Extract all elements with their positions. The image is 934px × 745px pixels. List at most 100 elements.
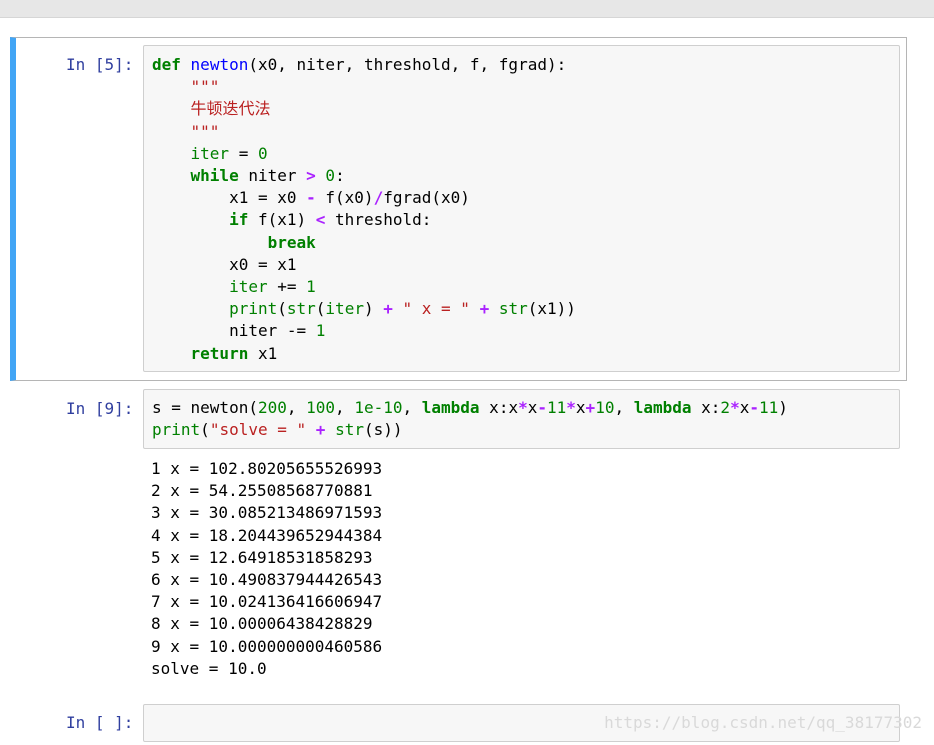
code-token: ( xyxy=(315,299,326,319)
code-token: , xyxy=(335,398,355,417)
code-line: x1 = x0 - f(x0)/fgrad(x0) xyxy=(152,188,470,207)
code-line: print(str(iter) + " x = " + str(x1)) xyxy=(152,299,576,318)
code-token: ) xyxy=(778,398,788,417)
code-token: x xyxy=(527,398,538,417)
code-line: break xyxy=(152,233,316,252)
code-editor[interactable]: s = newton(200, 100, 1e-10, lambda x:x*x… xyxy=(152,397,788,441)
code-token: print xyxy=(152,420,201,440)
code-token: 1 xyxy=(315,321,326,341)
code-line: niter -= 1 xyxy=(152,321,325,340)
code-line: 牛顿迭代法 xyxy=(152,99,271,118)
code-token: * xyxy=(730,398,740,417)
code-line: while niter > 0: xyxy=(152,166,345,185)
output-line: 8 x = 10.00006438428829 xyxy=(151,614,373,634)
code-line: """ xyxy=(152,122,220,141)
code-line: s = newton(200, 100, 1e-10, lambda x:x*x… xyxy=(152,398,788,417)
code-token: niter -= xyxy=(152,321,316,341)
code-token: / xyxy=(373,188,384,208)
code-token: while xyxy=(190,166,239,186)
code-token: (x1)) xyxy=(527,299,576,319)
code-token: 1 xyxy=(306,277,316,297)
code-token: str xyxy=(335,420,364,440)
code-token: x0 = x1 xyxy=(152,254,297,274)
code-line: iter = 0 xyxy=(152,144,268,163)
code-token: 0 xyxy=(257,143,268,163)
code-token: str xyxy=(498,299,528,319)
code-token: niter xyxy=(238,166,307,186)
code-editor[interactable]: def newton(x0, niter, threshold, f, fgra… xyxy=(152,54,576,365)
code-token: iter xyxy=(229,277,268,297)
code-token: s = newton( xyxy=(152,398,258,417)
code-token: : xyxy=(335,166,345,186)
output-line: 4 x = 18.204439652944384 xyxy=(151,525,383,545)
cell-prompt: In [5]: xyxy=(66,55,134,74)
output-line: 5 x = 12.64918531858293 xyxy=(151,547,373,567)
code-token: newton xyxy=(190,55,249,74)
code-token: , xyxy=(402,398,422,417)
code-line: """ xyxy=(152,77,220,97)
code-token: - xyxy=(749,398,759,417)
code-token: if xyxy=(229,210,249,230)
code-token: - xyxy=(537,398,547,417)
code-line: iter += 1 xyxy=(152,277,316,296)
code-token: (x0, niter, threshold, f, fgrad): xyxy=(248,55,567,74)
code-token: x xyxy=(739,398,750,417)
code-token: x1 = x0 xyxy=(152,188,307,208)
code-token: "solve = " xyxy=(209,420,307,440)
code-token: ( xyxy=(277,299,287,319)
code-line: def newton(x0, niter, threshold, f, fgra… xyxy=(152,55,566,74)
code-token: iter xyxy=(325,299,364,319)
code-token: x: xyxy=(691,398,721,417)
code-token: """ xyxy=(190,77,220,97)
code-token: 1e-10 xyxy=(354,398,403,417)
code-line: return x1 xyxy=(152,343,278,363)
code-token: print xyxy=(229,299,278,319)
code-token: iter xyxy=(190,143,230,163)
code-token: 100 xyxy=(306,398,336,417)
code-token: 11 xyxy=(758,398,779,417)
code-token: + xyxy=(479,299,490,319)
code-token: += xyxy=(267,277,307,297)
code-token: f(x0) xyxy=(315,188,374,208)
output-line: 7 x = 10.024136416606947 xyxy=(151,592,383,612)
output-line: 9 x = 10.000000000460586 xyxy=(151,636,383,656)
code-token: - xyxy=(306,188,316,208)
code-token: lambda xyxy=(421,398,480,417)
code-token: lambda xyxy=(633,398,692,417)
cell-prompt: In [9]: xyxy=(66,399,134,418)
code-token: f(x1) xyxy=(248,210,316,230)
code-token: = xyxy=(229,143,258,163)
code-token: 11 xyxy=(547,398,567,417)
code-token: + xyxy=(383,299,393,319)
code-token: + xyxy=(315,420,326,440)
code-token: * xyxy=(518,398,528,417)
code-token: > xyxy=(306,166,316,186)
notebook-toolbar-edge xyxy=(0,0,934,18)
code-token: break xyxy=(267,232,316,252)
output-line: 3 x = 30.085213486971593 xyxy=(151,503,383,523)
output-line: 2 x = 54.25508568770881 xyxy=(151,481,373,501)
code-token: return xyxy=(190,343,249,363)
code-line: if f(x1) < threshold: xyxy=(152,210,431,229)
code-token: 10 xyxy=(595,398,615,417)
code-token: ) xyxy=(363,299,384,319)
code-token: 牛顿迭代法 xyxy=(190,99,271,119)
code-token: 2 xyxy=(720,398,731,417)
code-line: print("solve = " + str(s)) xyxy=(152,420,403,439)
code-token: threshold: xyxy=(325,210,432,230)
output-line: 1 x = 102.80205655526993 xyxy=(151,459,383,478)
